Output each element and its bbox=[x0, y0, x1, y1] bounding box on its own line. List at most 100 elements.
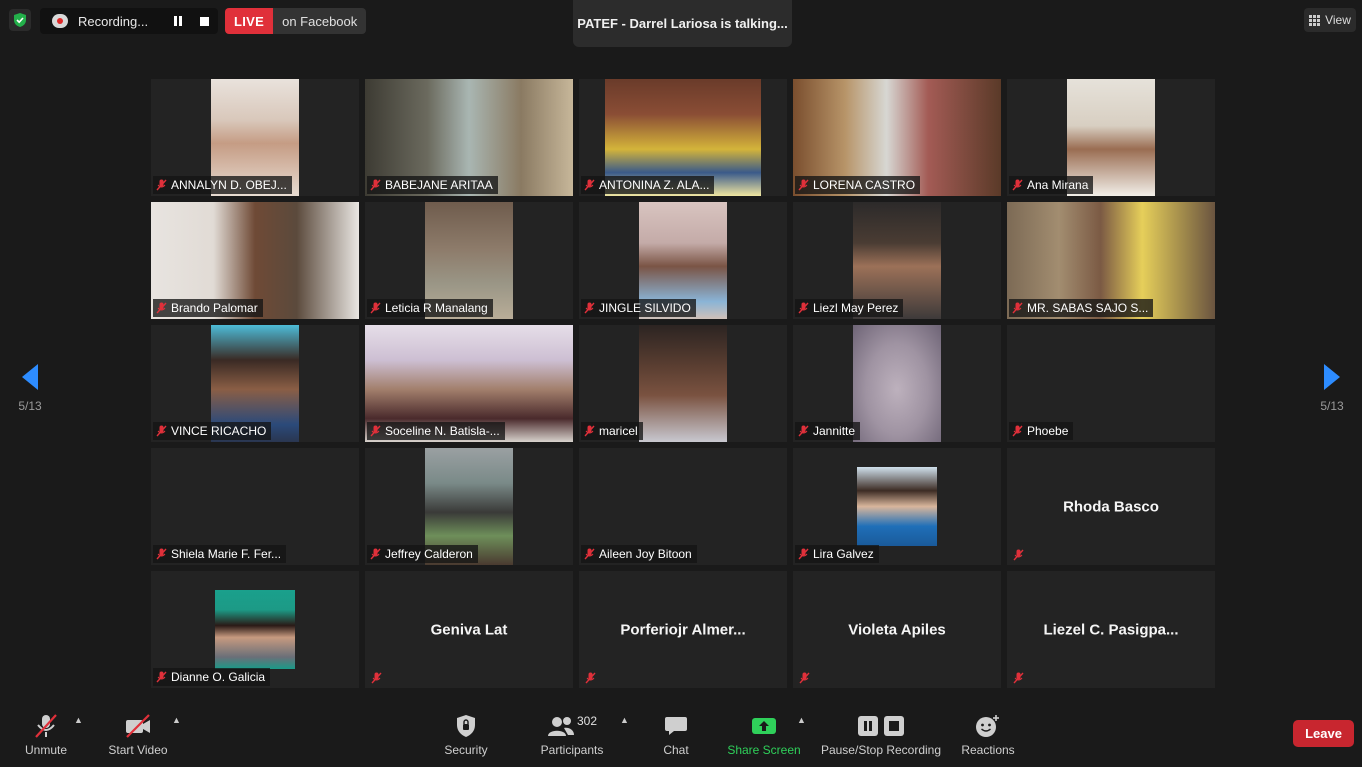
pause-recording-button[interactable] bbox=[167, 10, 189, 32]
participant-name-tag: MR. SABAS SAJO S... bbox=[1009, 299, 1154, 317]
participant-tile[interactable]: Shiela Marie F. Fer... bbox=[151, 448, 359, 565]
participant-name-tag: Liezl May Perez bbox=[795, 299, 904, 317]
unmute-button[interactable]: Unmute bbox=[22, 711, 70, 757]
participant-tile[interactable]: Leticia R Manalang bbox=[365, 202, 573, 319]
participant-name-tag: Phoebe bbox=[1009, 422, 1074, 440]
participant-name-tag: ANTONINA Z. ALA... bbox=[581, 176, 715, 194]
share-screen-icon bbox=[752, 718, 776, 734]
participant-tile[interactable]: Liezl May Perez bbox=[793, 202, 1001, 319]
participant-tile[interactable]: Jannitte bbox=[793, 325, 1001, 442]
participants-count: 302 bbox=[576, 714, 598, 728]
start-video-button[interactable]: Start Video bbox=[106, 711, 170, 757]
page-count-right: 5/13 bbox=[1320, 398, 1344, 413]
participant-tile[interactable]: Geniva Lat bbox=[365, 571, 573, 688]
chat-button[interactable]: Chat bbox=[656, 711, 696, 757]
reactions-button[interactable]: Reactions bbox=[960, 711, 1016, 757]
participant-tile[interactable]: Ana Mirana bbox=[1007, 79, 1215, 196]
security-button[interactable]: Security bbox=[441, 711, 491, 757]
recording-label: Recording... bbox=[78, 13, 149, 29]
participant-tile[interactable]: Jeffrey Calderon bbox=[365, 448, 573, 565]
participant-tile[interactable]: Brando Palomar bbox=[151, 202, 359, 319]
participants-icon bbox=[547, 717, 574, 736]
participant-name-tag: Shiela Marie F. Fer... bbox=[153, 545, 287, 563]
video-options-chevron-icon[interactable]: ▲ bbox=[172, 715, 181, 725]
participant-tile[interactable]: Lira Galvez bbox=[793, 448, 1001, 565]
participant-profile-photo bbox=[215, 590, 295, 669]
participant-tile[interactable]: Porferiojr Almer... bbox=[579, 571, 787, 688]
chat-bubble-icon bbox=[665, 717, 687, 735]
start-video-label: Start Video bbox=[108, 743, 168, 757]
participant-name-tag: BABEJANE ARITAA bbox=[367, 176, 498, 194]
muted-mic-icon bbox=[1012, 179, 1023, 191]
muted-mic-icon bbox=[1012, 302, 1023, 314]
muted-mic-icon bbox=[156, 425, 167, 437]
muted-mic-icon bbox=[371, 672, 382, 684]
participant-tile[interactable]: Rhoda Basco bbox=[1007, 448, 1215, 565]
participant-tile[interactable]: Phoebe bbox=[1007, 325, 1215, 442]
share-options-chevron-icon[interactable]: ▲ bbox=[797, 715, 806, 725]
muted-mic-icon bbox=[370, 302, 381, 314]
next-page-button[interactable]: 5/13 bbox=[1302, 345, 1362, 430]
muted-mic-icon bbox=[798, 302, 809, 314]
participants-options-chevron-icon[interactable]: ▲ bbox=[620, 715, 629, 725]
participant-tile[interactable]: VINCE RICACHO bbox=[151, 325, 359, 442]
participant-tile[interactable]: Soceline N. Batisla-... bbox=[365, 325, 573, 442]
participant-tile[interactable]: maricel bbox=[579, 325, 787, 442]
arrow-left-icon bbox=[22, 363, 38, 390]
muted-mic-icon bbox=[370, 548, 381, 560]
participant-name-tag: ANNALYN D. OBEJ... bbox=[153, 176, 292, 194]
live-stream-indicator[interactable]: LIVE on Facebook bbox=[225, 8, 367, 34]
security-shield-icon bbox=[457, 715, 475, 737]
participant-profile-photo bbox=[857, 467, 937, 546]
muted-mic-icon bbox=[585, 672, 596, 684]
muted-mic-icon bbox=[798, 548, 809, 560]
participant-tile[interactable]: LORENA CASTRO bbox=[793, 79, 1001, 196]
participant-tile[interactable]: Aileen Joy Bitoon bbox=[579, 448, 787, 565]
participant-name-tag: Jannitte bbox=[795, 422, 861, 440]
reactions-label: Reactions bbox=[961, 743, 1015, 757]
participant-tile[interactable]: BABEJANE ARITAA bbox=[365, 79, 573, 196]
muted-mic-icon bbox=[1012, 425, 1023, 437]
leave-button[interactable]: Leave bbox=[1293, 720, 1354, 747]
stop-recording-button[interactable] bbox=[193, 10, 215, 32]
previous-page-button[interactable]: 5/13 bbox=[0, 345, 60, 430]
encryption-shield-icon[interactable] bbox=[9, 9, 31, 31]
participant-tile[interactable]: Violeta Apiles bbox=[793, 571, 1001, 688]
arrow-right-icon bbox=[1324, 363, 1340, 390]
muted-mic-icon bbox=[799, 672, 810, 684]
meeting-toolbar: Unmute ▲ Start Video ▲ Security 302 Part… bbox=[0, 707, 1362, 767]
video-off-icon bbox=[126, 714, 150, 738]
participants-button[interactable]: 302 Participants bbox=[536, 711, 608, 757]
page-count-left: 5/13 bbox=[18, 398, 42, 413]
muted-mic-icon bbox=[584, 302, 595, 314]
participant-name-tag: Ana Mirana bbox=[1009, 176, 1094, 194]
participant-tile[interactable]: ANTONINA Z. ALA... bbox=[579, 79, 787, 196]
recording-controls-label: Pause/Stop Recording bbox=[820, 743, 942, 757]
unmute-label: Unmute bbox=[24, 743, 68, 757]
participant-tile[interactable]: Liezel C. Pasigpa... bbox=[1007, 571, 1215, 688]
muted-mic-icon bbox=[584, 179, 595, 191]
participant-tile[interactable]: Dianne O. Galicia bbox=[151, 571, 359, 688]
pause-stop-recording-button[interactable]: Pause/Stop Recording bbox=[820, 711, 942, 757]
participant-name-tag: VINCE RICACHO bbox=[153, 422, 272, 440]
muted-mic-icon bbox=[156, 671, 167, 683]
participants-label: Participants bbox=[540, 743, 604, 757]
share-screen-button[interactable]: Share Screen bbox=[727, 711, 801, 757]
participant-video bbox=[853, 325, 941, 442]
audio-options-chevron-icon[interactable]: ▲ bbox=[74, 715, 83, 725]
participant-name-tag: maricel bbox=[581, 422, 643, 440]
chat-label: Chat bbox=[663, 743, 689, 757]
muted-mic-icon bbox=[1013, 549, 1024, 561]
participant-name-tag: JINGLE SILVIDO bbox=[581, 299, 696, 317]
view-button[interactable]: View bbox=[1304, 8, 1356, 32]
grid-view-icon bbox=[1309, 14, 1321, 26]
participant-tile[interactable]: ANNALYN D. OBEJ... bbox=[151, 79, 359, 196]
participant-tile[interactable]: MR. SABAS SAJO S... bbox=[1007, 202, 1215, 319]
participant-tile[interactable]: JINGLE SILVIDO bbox=[579, 202, 787, 319]
participant-display-name: Violeta Apiles bbox=[848, 621, 946, 638]
participant-name-tag: Jeffrey Calderon bbox=[367, 545, 478, 563]
security-label: Security bbox=[444, 743, 488, 757]
muted-mic-icon bbox=[798, 425, 809, 437]
active-speaker-indicator: PATEF - Darrel Lariosa is talking... bbox=[573, 0, 792, 47]
live-destination: on Facebook bbox=[273, 8, 367, 34]
